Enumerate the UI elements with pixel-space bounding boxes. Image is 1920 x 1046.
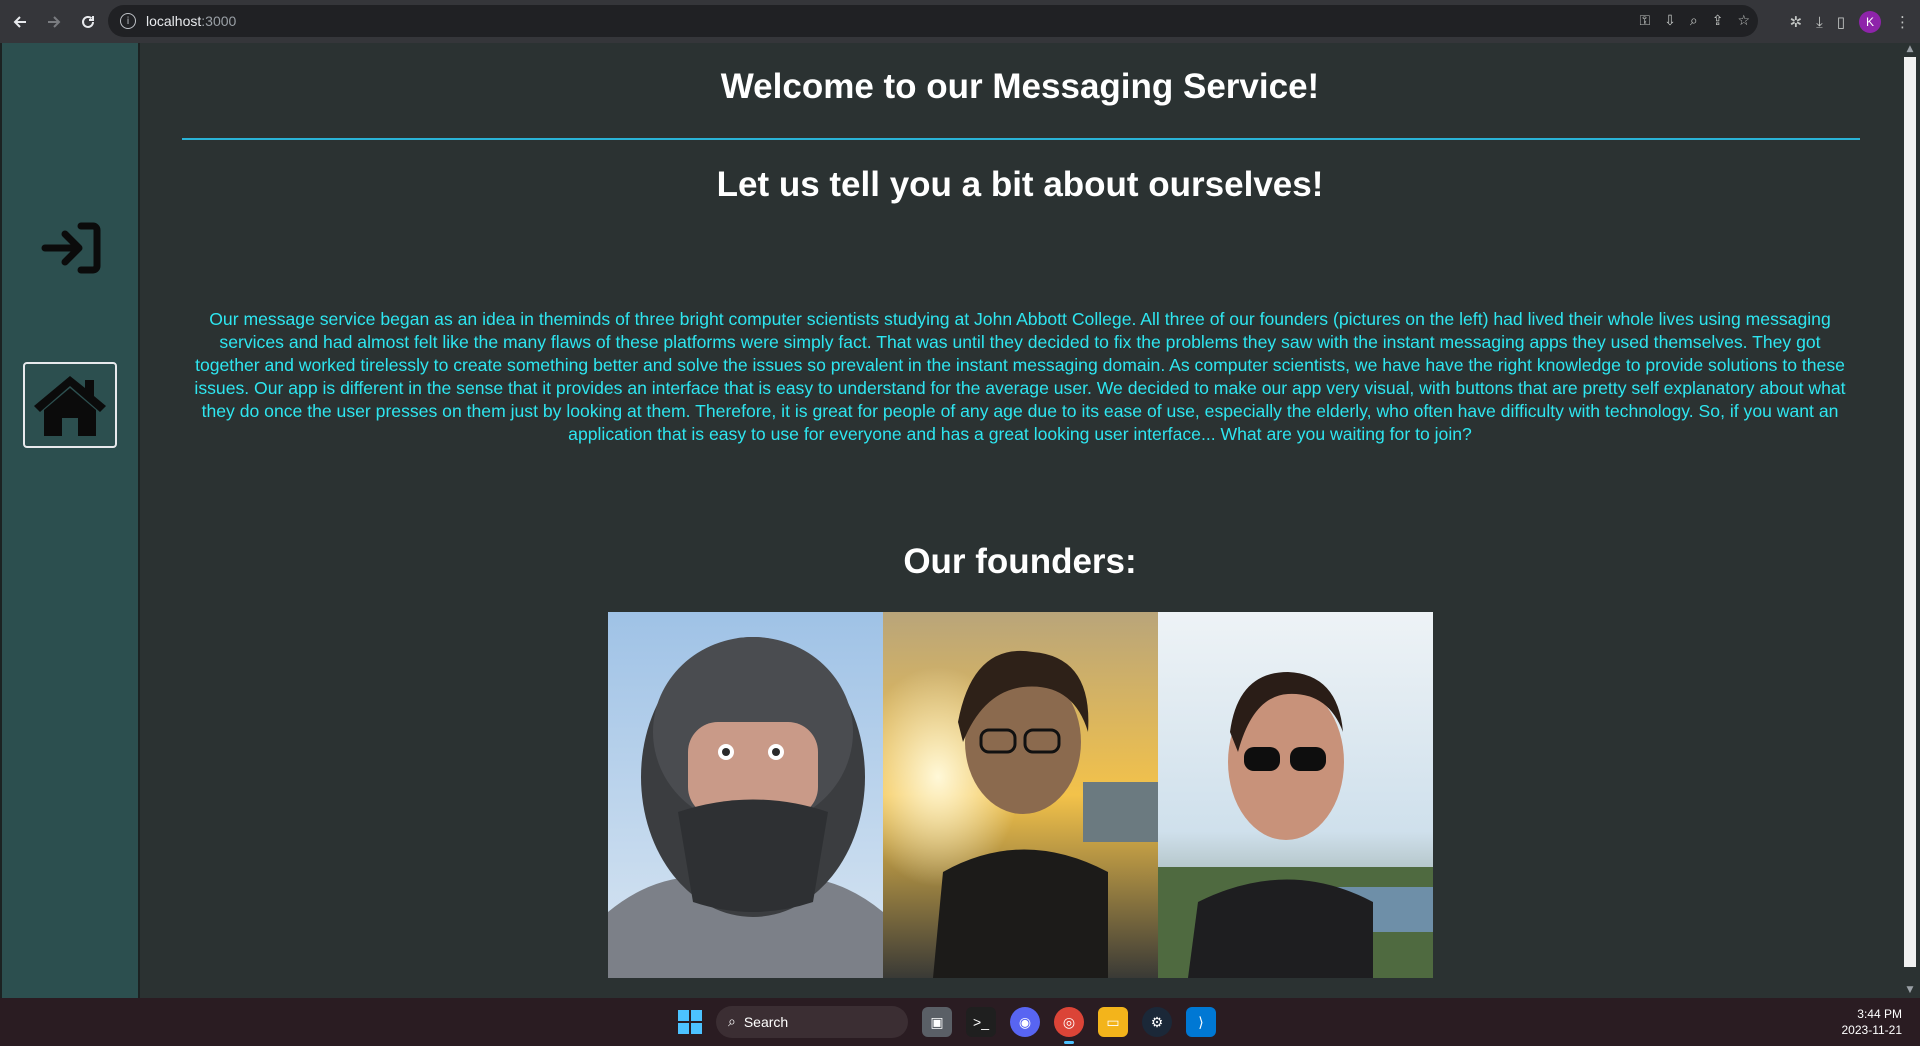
founders-title: Our founders:	[903, 542, 1137, 581]
system-clock[interactable]: 3:44 PM 2023-11-21	[1842, 1006, 1903, 1038]
downloads-icon[interactable]: ⤓	[1816, 13, 1823, 31]
login-icon	[41, 222, 101, 274]
page-viewport: Welcome to our Messaging Service! Let us…	[0, 43, 1920, 998]
scroll-up-icon[interactable]: ▲	[1904, 44, 1916, 56]
search-icon: ⌕	[728, 1014, 736, 1030]
founder-photo-2	[883, 612, 1158, 978]
taskbar: ⌕ Search ▣ >_ ◉ ◎ ▭ ⚙ ⟩ 3:44 PM 2023-11-…	[0, 998, 1920, 1046]
founder-photo-1	[608, 612, 883, 978]
site-info-icon[interactable]: i	[120, 13, 136, 29]
key-icon[interactable]: ⚿	[1639, 13, 1650, 29]
scroll-thumb[interactable]	[1904, 57, 1916, 967]
windows-start-icon[interactable]	[678, 1010, 702, 1034]
menu-icon[interactable]: ⋮	[1895, 13, 1910, 31]
browser-toolbar: i localhost:3000 ⚿ ⇩ ⌕ ⇪ ☆ ✲ ⤓ ▯ K ⋮	[0, 0, 1920, 43]
home-icon	[34, 376, 106, 436]
terminal-icon[interactable]: >_	[966, 1007, 996, 1037]
taskbar-search[interactable]: ⌕ Search	[716, 1006, 908, 1038]
file-explorer-icon[interactable]: ▭	[1098, 1007, 1128, 1037]
task-view-icon[interactable]: ▣	[922, 1007, 952, 1037]
extensions-icon[interactable]: ✲	[1790, 13, 1803, 31]
install-icon[interactable]: ⇩	[1664, 13, 1676, 29]
reload-icon[interactable]	[74, 8, 102, 36]
vscode-icon[interactable]: ⟩	[1186, 1007, 1216, 1037]
page-scrollbar[interactable]: ▲ ▼	[1900, 43, 1920, 998]
zoom-icon[interactable]: ⌕	[1690, 13, 1698, 29]
back-icon[interactable]	[6, 8, 34, 36]
steam-icon[interactable]: ⚙	[1142, 1007, 1172, 1037]
founders-photos	[608, 612, 1433, 978]
bookmark-star-icon[interactable]: ☆	[1737, 13, 1750, 29]
profile-avatar[interactable]: K	[1859, 10, 1881, 33]
url-text: localhost:3000	[146, 13, 237, 29]
clock-time: 3:44 PM	[1857, 1007, 1902, 1021]
about-paragraph: Our message service began as an idea in …	[194, 309, 1846, 444]
address-bar[interactable]: i localhost:3000 ⚿ ⇩ ⌕ ⇪ ☆	[108, 5, 1758, 37]
welcome-title: Welcome to our Messaging Service!	[720, 67, 1320, 106]
scroll-down-icon[interactable]: ▼	[1904, 985, 1916, 997]
chrome-icon[interactable]: ◎	[1054, 1007, 1084, 1044]
forward-icon[interactable]	[40, 8, 68, 36]
about-subtitle: Let us tell you a bit about ourselves!	[716, 165, 1324, 204]
home-button[interactable]	[23, 362, 117, 448]
login-button[interactable]	[36, 217, 106, 279]
divider	[182, 138, 1860, 140]
clock-date: 2023-11-21	[1841, 1023, 1903, 1037]
discord-icon[interactable]: ◉	[1010, 1007, 1040, 1037]
search-label: Search	[743, 1014, 789, 1030]
main-content: Welcome to our Messaging Service! Let us…	[140, 43, 1900, 998]
sidebar	[0, 43, 140, 998]
founder-photo-3	[1158, 612, 1433, 978]
share-icon[interactable]: ⇪	[1712, 13, 1724, 29]
side-panel-icon[interactable]: ▯	[1837, 13, 1845, 31]
